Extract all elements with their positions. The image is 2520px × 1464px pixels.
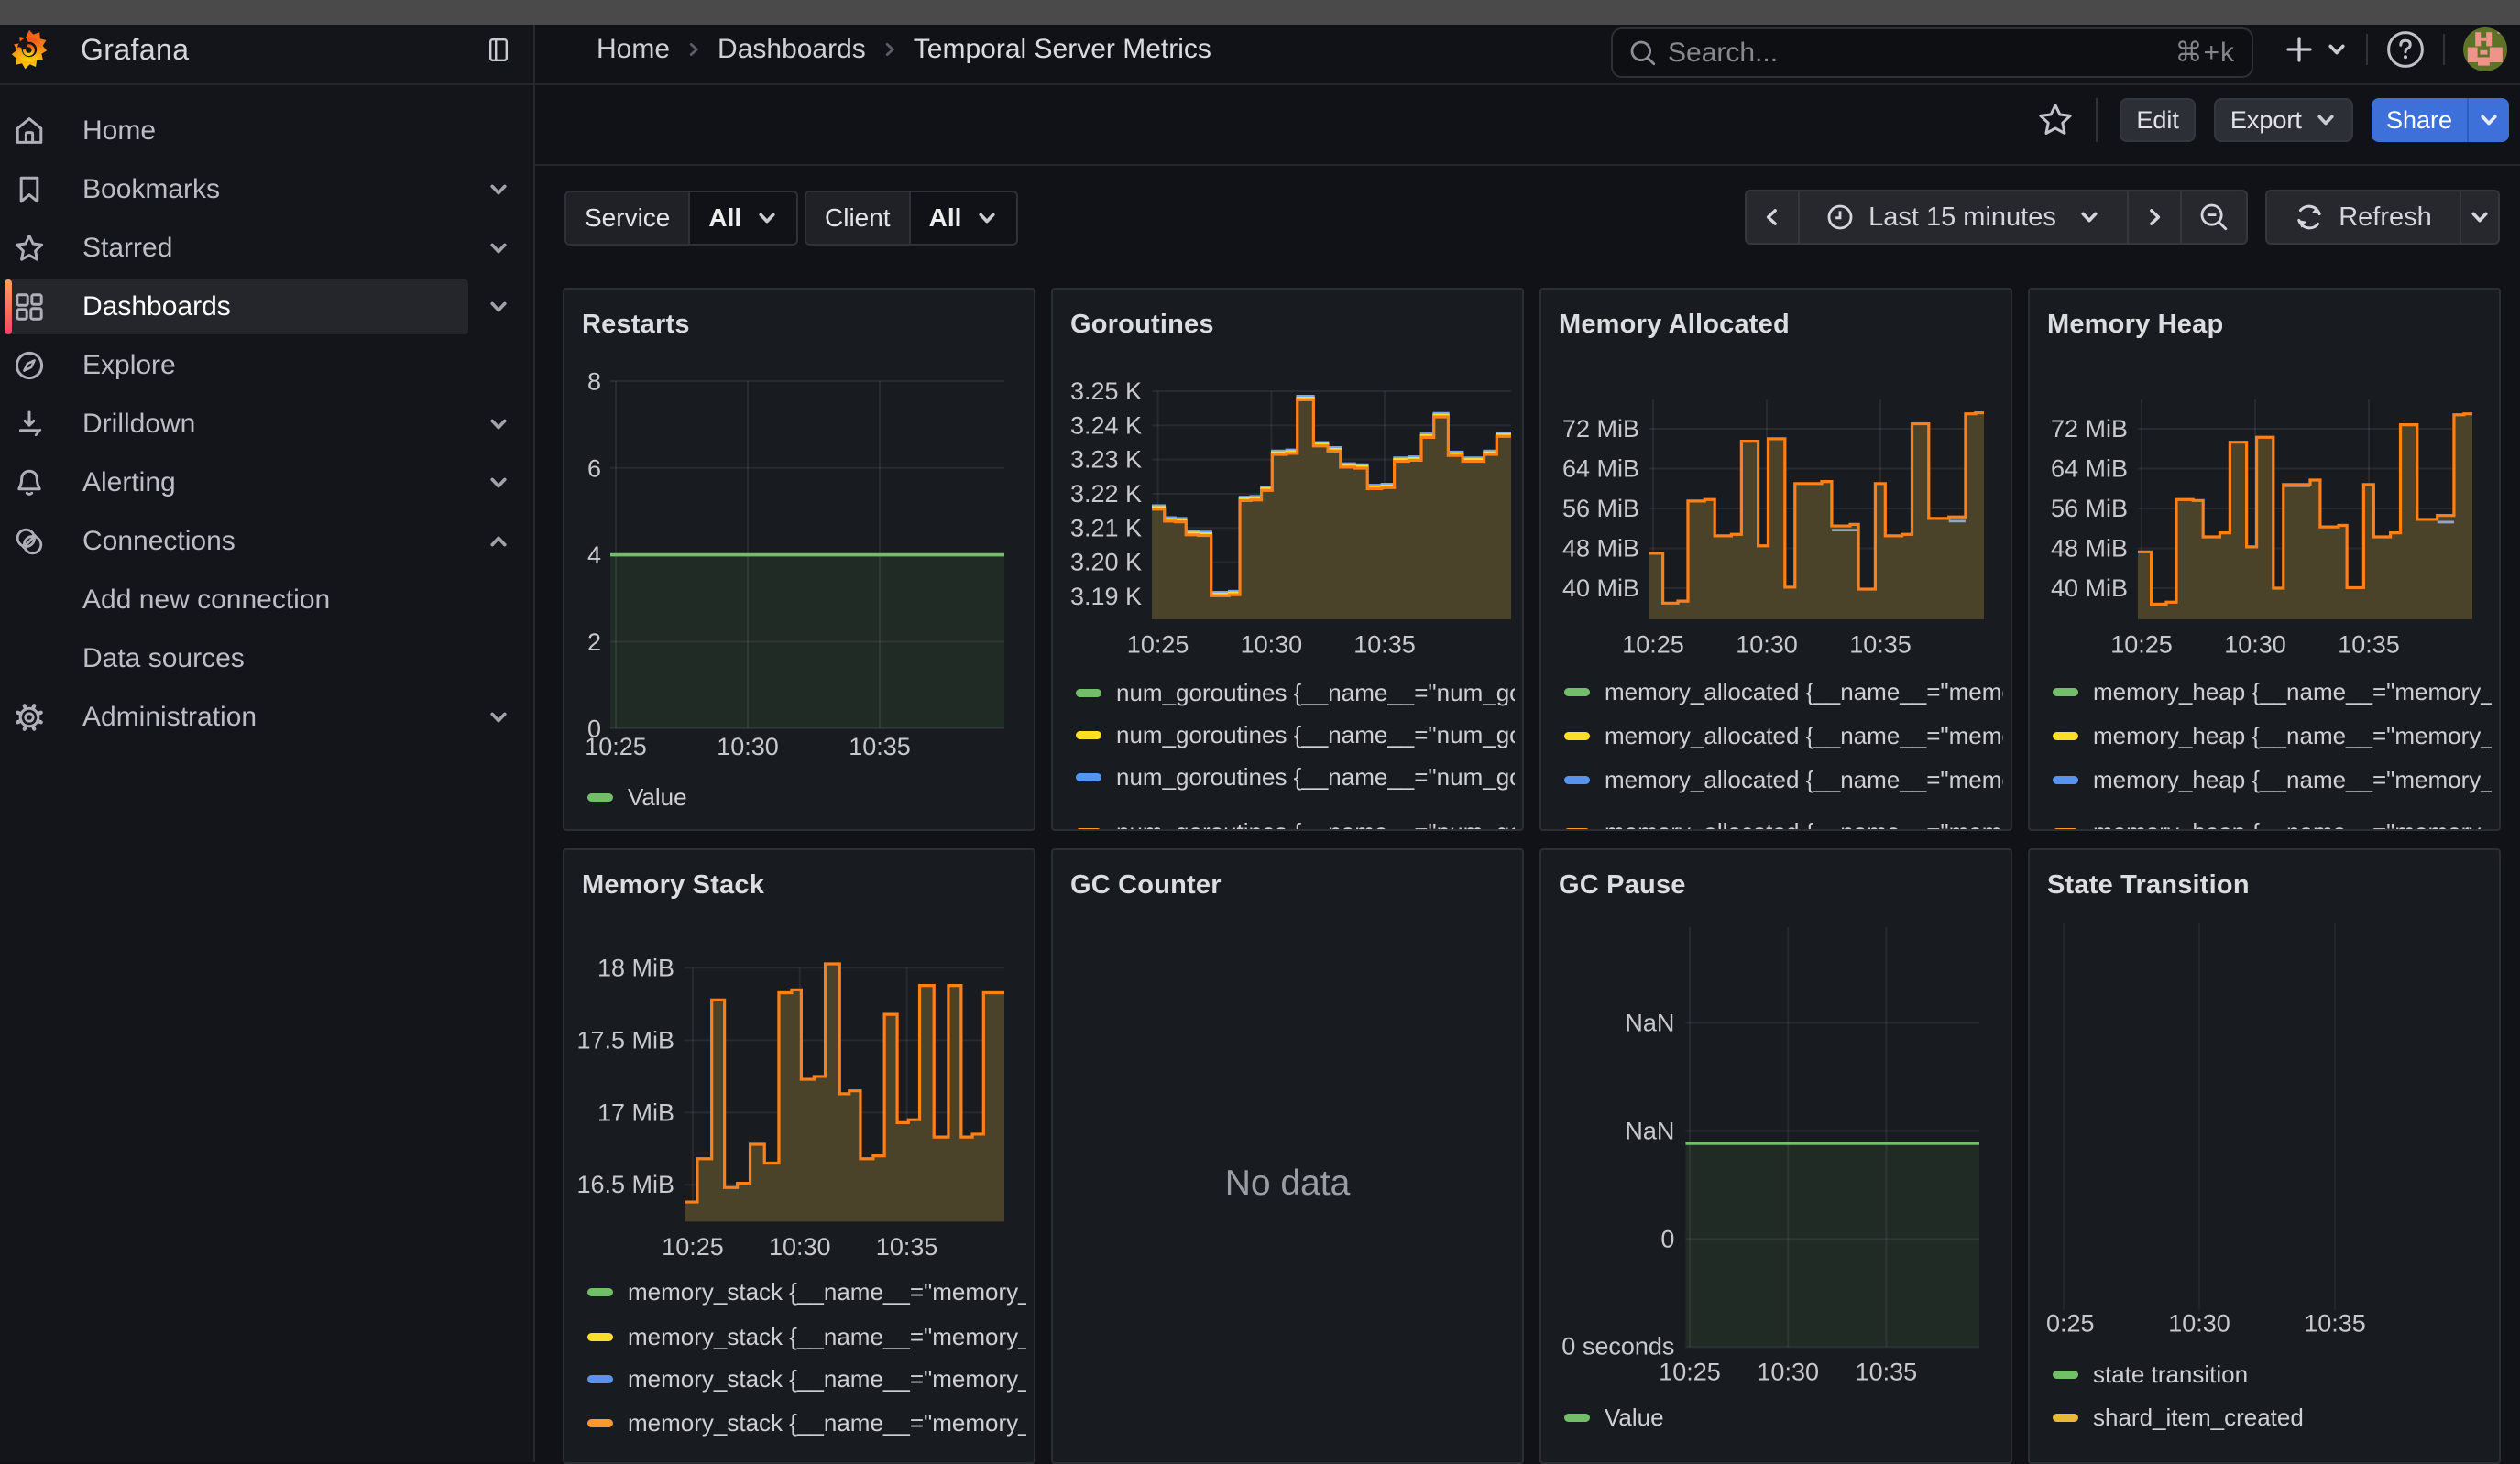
svg-text:72 MiB: 72 MiB [2051, 415, 2128, 442]
svg-text:6: 6 [587, 454, 601, 482]
svg-text:0:25: 0:25 [2046, 1309, 2095, 1337]
svg-text:8: 8 [587, 368, 601, 396]
svg-text:NaN: NaN [1625, 1009, 1674, 1036]
svg-text:17 MiB: 17 MiB [597, 1098, 674, 1126]
svg-text:2: 2 [587, 628, 601, 656]
svg-text:40 MiB: 40 MiB [1562, 574, 1639, 602]
svg-text:10:35: 10:35 [876, 1233, 938, 1261]
svg-text:10:30: 10:30 [1757, 1358, 1819, 1385]
svg-text:10:35: 10:35 [849, 733, 911, 760]
svg-text:3.21 K: 3.21 K [1070, 514, 1142, 541]
svg-text:4: 4 [587, 541, 601, 569]
svg-text:64 MiB: 64 MiB [2051, 455, 2128, 483]
svg-text:10:30: 10:30 [1241, 630, 1303, 658]
svg-text:3.19 K: 3.19 K [1070, 583, 1142, 610]
svg-text:0 seconds: 0 seconds [1561, 1332, 1674, 1360]
svg-text:56 MiB: 56 MiB [2051, 495, 2128, 522]
svg-text:64 MiB: 64 MiB [1562, 455, 1639, 483]
svg-text:10:35: 10:35 [1856, 1358, 1918, 1385]
svg-text:10:30: 10:30 [769, 1233, 831, 1261]
svg-text:48 MiB: 48 MiB [1562, 535, 1639, 563]
svg-text:0: 0 [1660, 1225, 1674, 1252]
svg-text:3.22 K: 3.22 K [1070, 480, 1142, 508]
svg-text:17.5 MiB: 17.5 MiB [576, 1026, 674, 1054]
svg-text:3.24 K: 3.24 K [1070, 411, 1142, 439]
svg-text:10:35: 10:35 [1353, 630, 1416, 658]
svg-text:10:30: 10:30 [1736, 630, 1798, 658]
svg-text:3.23 K: 3.23 K [1070, 446, 1142, 474]
svg-text:72 MiB: 72 MiB [1562, 415, 1639, 442]
svg-text:10:30: 10:30 [2224, 630, 2286, 658]
svg-text:10:25: 10:25 [2110, 630, 2173, 658]
svg-text:10:25: 10:25 [662, 1233, 724, 1261]
svg-text:10:30: 10:30 [2168, 1309, 2230, 1337]
svg-text:10:35: 10:35 [1849, 630, 1912, 658]
svg-text:18 MiB: 18 MiB [597, 954, 674, 981]
svg-text:10:25: 10:25 [1659, 1358, 1721, 1385]
svg-text:48 MiB: 48 MiB [2051, 535, 2128, 563]
svg-text:40 MiB: 40 MiB [2051, 574, 2128, 602]
svg-text:10:30: 10:30 [717, 733, 779, 760]
svg-text:10:25: 10:25 [1622, 630, 1684, 658]
svg-text:10:35: 10:35 [2304, 1309, 2366, 1337]
svg-text:NaN: NaN [1625, 1117, 1674, 1144]
svg-text:10:25: 10:25 [585, 733, 647, 760]
svg-text:56 MiB: 56 MiB [1562, 495, 1639, 522]
svg-text:3.20 K: 3.20 K [1070, 549, 1142, 576]
svg-text:10:25: 10:25 [1127, 630, 1189, 658]
svg-text:10:35: 10:35 [2338, 630, 2400, 658]
svg-text:16.5 MiB: 16.5 MiB [576, 1171, 674, 1198]
svg-text:3.25 K: 3.25 K [1070, 377, 1142, 405]
